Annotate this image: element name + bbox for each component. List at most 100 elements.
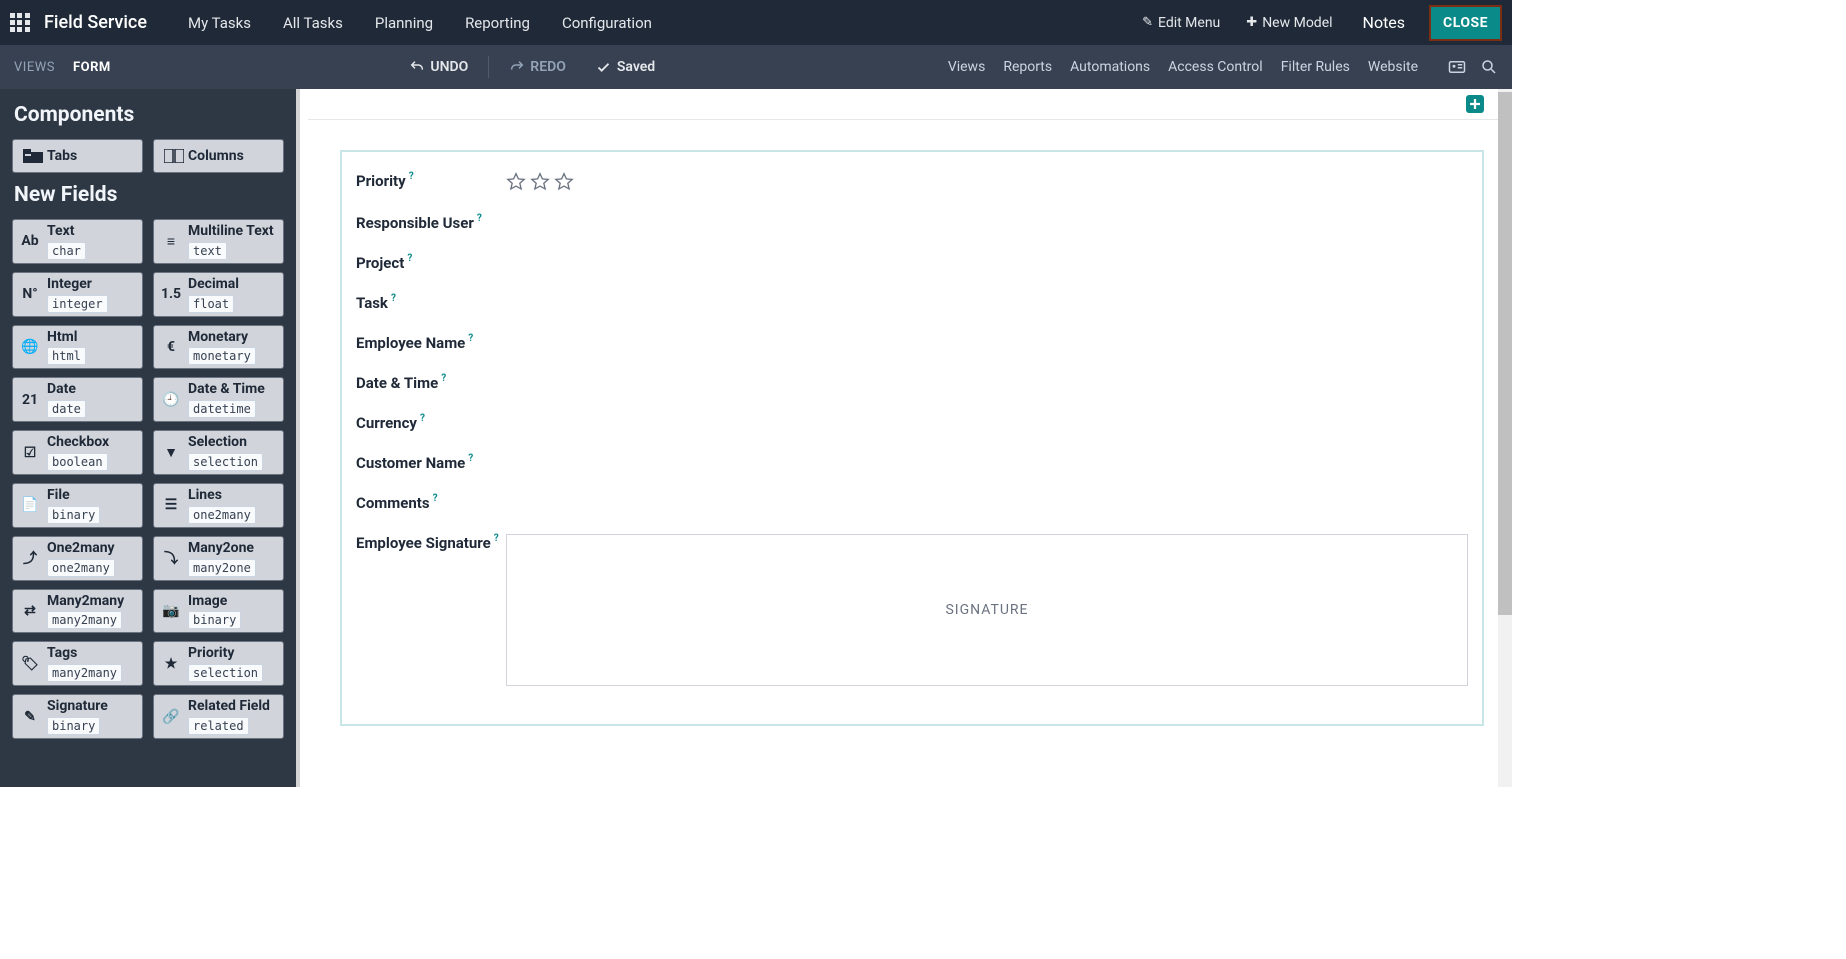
component-tabs-label: Tabs bbox=[47, 148, 77, 164]
edit-menu-button[interactable]: ✎ Edit Menu bbox=[1132, 9, 1230, 37]
sidebar: Components Tabs Columns New Fields AbTex… bbox=[0, 89, 296, 787]
subtab-website[interactable]: Website bbox=[1368, 59, 1418, 75]
undo-button[interactable]: UNDO bbox=[403, 55, 474, 79]
search-icon[interactable] bbox=[1480, 58, 1498, 76]
star-icon[interactable] bbox=[506, 172, 526, 192]
subtab-automations[interactable]: Automations bbox=[1070, 59, 1150, 75]
app-title[interactable]: Field Service bbox=[44, 12, 147, 33]
field-tile-related-19[interactable]: 🔗Related Fieldrelated bbox=[153, 694, 284, 739]
topbar: Field Service My Tasks All Tasks Plannin… bbox=[0, 0, 1512, 45]
form-row-4[interactable]: Employee Name ? bbox=[352, 332, 1472, 354]
field-name-label: Integer bbox=[47, 276, 138, 293]
field-tile-boolean-8[interactable]: ☑Checkboxboolean bbox=[12, 430, 143, 475]
form-row-7[interactable]: Customer Name ? bbox=[352, 452, 1472, 474]
field-name-label: Many2many bbox=[47, 593, 138, 610]
field-tile-binary-15[interactable]: 📷Imagebinary bbox=[153, 589, 284, 634]
field-name-label: Date & Time bbox=[188, 381, 279, 398]
form-row-1[interactable]: Responsible User ? bbox=[352, 212, 1472, 234]
notes-link[interactable]: Notes bbox=[1349, 13, 1420, 32]
help-icon[interactable]: ? bbox=[407, 253, 412, 264]
field-tile-text-1[interactable]: ≡Multiline Texttext bbox=[153, 219, 284, 264]
star-icon[interactable] bbox=[554, 172, 574, 192]
field-tile-one2many-12[interactable]: ⤴One2manyone2many bbox=[12, 536, 143, 581]
field-tile-float-3[interactable]: 1.5Decimalfloat bbox=[153, 272, 284, 317]
field-tile-many2many-16[interactable]: 🏷Tagsmany2many bbox=[12, 641, 143, 686]
field-tile-html-4[interactable]: 🌐Htmlhtml bbox=[12, 325, 143, 370]
star-icon[interactable] bbox=[530, 172, 550, 192]
signature-box[interactable]: SIGNATURE bbox=[506, 534, 1468, 686]
field-label: Date & Time ? bbox=[356, 374, 506, 392]
field-value[interactable]: SIGNATURE bbox=[506, 534, 1468, 686]
field-label: Customer Name ? bbox=[356, 454, 506, 472]
page-scrollbar[interactable] bbox=[1498, 89, 1512, 787]
help-icon[interactable]: ? bbox=[433, 493, 438, 504]
nav-all-tasks[interactable]: All Tasks bbox=[267, 14, 359, 32]
field-icon: ⤵ bbox=[154, 537, 188, 580]
help-icon[interactable]: ? bbox=[420, 413, 425, 424]
subtab-access-control[interactable]: Access Control bbox=[1168, 59, 1263, 75]
nav-reporting[interactable]: Reporting bbox=[449, 14, 546, 32]
close-button[interactable]: CLOSE bbox=[1429, 5, 1502, 41]
field-tile-integer-2[interactable]: N°Integerinteger bbox=[12, 272, 143, 317]
field-type-label: boolean bbox=[47, 453, 108, 471]
scroll-thumb[interactable] bbox=[1498, 92, 1512, 616]
help-icon[interactable]: ? bbox=[468, 333, 473, 344]
nav-planning[interactable]: Planning bbox=[359, 14, 449, 32]
redo-button[interactable]: REDO bbox=[503, 55, 572, 79]
field-tile-many2many-14[interactable]: ⇄Many2manymany2many bbox=[12, 589, 143, 634]
id-card-icon[interactable] bbox=[1448, 58, 1466, 76]
field-type-label: integer bbox=[47, 295, 108, 313]
form-row-2[interactable]: Project ? bbox=[352, 252, 1472, 274]
field-value[interactable] bbox=[506, 172, 1468, 192]
form-row-6[interactable]: Currency ? bbox=[352, 412, 1472, 434]
field-tile-selection-17[interactable]: ★Priorityselection bbox=[153, 641, 284, 686]
add-element-button[interactable] bbox=[1466, 95, 1484, 113]
form-row-0[interactable]: Priority ? bbox=[352, 170, 1472, 194]
field-name-label: Image bbox=[188, 593, 279, 610]
help-icon[interactable]: ? bbox=[494, 533, 499, 544]
subtab-views[interactable]: Views bbox=[948, 59, 986, 75]
new-model-button[interactable]: ✚ New Model bbox=[1236, 9, 1342, 37]
field-type-label: datetime bbox=[188, 400, 256, 418]
subtab-reports[interactable]: Reports bbox=[1003, 59, 1052, 75]
help-icon[interactable]: ? bbox=[441, 373, 446, 384]
field-label: Employee Signature ? bbox=[356, 534, 506, 552]
help-icon[interactable]: ? bbox=[391, 293, 396, 304]
nav-configuration[interactable]: Configuration bbox=[546, 14, 668, 32]
field-name-label: Many2one bbox=[188, 540, 279, 557]
field-tile-one2many-11[interactable]: ☰Linesone2many bbox=[153, 483, 284, 528]
field-name-label: Tags bbox=[47, 645, 138, 662]
help-icon[interactable]: ? bbox=[409, 171, 414, 182]
form-row-9[interactable]: Employee Signature ?SIGNATURE bbox=[352, 532, 1472, 688]
form-row-3[interactable]: Task ? bbox=[352, 292, 1472, 314]
field-tile-char-0[interactable]: AbTextchar bbox=[12, 219, 143, 264]
field-label: Priority ? bbox=[356, 172, 506, 190]
field-icon: ✎ bbox=[13, 695, 47, 738]
component-tabs[interactable]: Tabs bbox=[12, 139, 143, 173]
help-icon[interactable]: ? bbox=[477, 213, 482, 224]
form-row-5[interactable]: Date & Time ? bbox=[352, 372, 1472, 394]
component-columns[interactable]: Columns bbox=[153, 139, 284, 173]
field-name-label: Monetary bbox=[188, 329, 279, 346]
nav-my-tasks[interactable]: My Tasks bbox=[172, 14, 267, 32]
subbar: VIEWS FORM UNDO REDO Saved Views Reports… bbox=[0, 45, 1512, 89]
apps-grid-icon[interactable] bbox=[10, 13, 30, 33]
field-tile-many2one-13[interactable]: ⤵Many2onemany2one bbox=[153, 536, 284, 581]
field-icon: 🕘 bbox=[154, 378, 188, 421]
field-name-label: Related Field bbox=[188, 698, 279, 715]
form-row-8[interactable]: Comments ? bbox=[352, 492, 1472, 514]
field-tile-monetary-5[interactable]: €Monetarymonetary bbox=[153, 325, 284, 370]
field-type-label: binary bbox=[47, 717, 100, 735]
subtab-filter-rules[interactable]: Filter Rules bbox=[1281, 59, 1350, 75]
field-tile-date-6[interactable]: 21Datedate bbox=[12, 377, 143, 422]
field-icon: 📄 bbox=[13, 484, 47, 527]
field-type-label: binary bbox=[47, 506, 100, 524]
field-type-label: char bbox=[47, 242, 86, 260]
help-icon[interactable]: ? bbox=[468, 453, 473, 464]
form-breadcrumb[interactable]: FORM bbox=[73, 60, 111, 75]
priority-stars[interactable] bbox=[506, 172, 1468, 192]
field-tile-datetime-7[interactable]: 🕘Date & Time datetime bbox=[153, 377, 284, 422]
field-tile-binary-18[interactable]: ✎Signaturebinary bbox=[12, 694, 143, 739]
field-tile-selection-9[interactable]: ▼Selectionselection bbox=[153, 430, 284, 475]
field-tile-binary-10[interactable]: 📄Filebinary bbox=[12, 483, 143, 528]
